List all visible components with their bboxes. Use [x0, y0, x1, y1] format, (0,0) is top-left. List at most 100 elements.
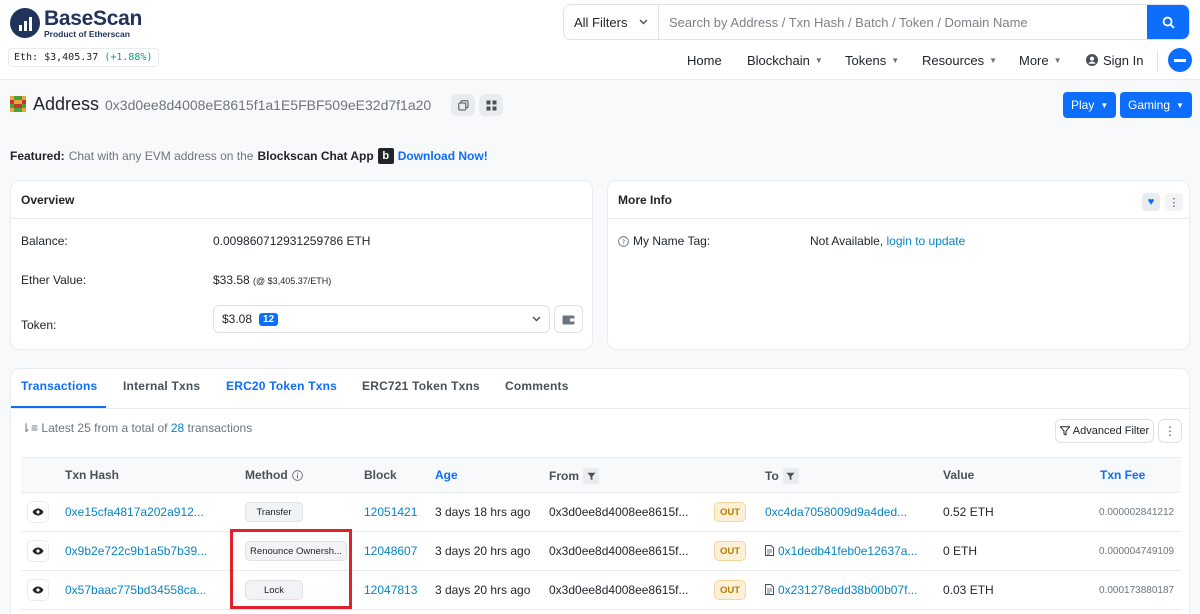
top-header: BaseScan Product of Etherscan Eth: $3,40…: [0, 0, 1200, 80]
col-block: Block: [364, 468, 397, 482]
svg-text:?: ?: [622, 237, 626, 246]
wallet-icon: [562, 315, 575, 324]
value-amount: 0 ETH: [943, 544, 978, 558]
search-bar: All Filters: [563, 4, 1190, 40]
page-title: Address: [33, 94, 100, 114]
block-link[interactable]: 12048607: [364, 544, 417, 558]
token-holdings-dropdown[interactable]: $3.08 12: [213, 305, 550, 333]
tab-erc20-token-txns[interactable]: ERC20 Token Txns: [226, 379, 337, 393]
nav-tokens[interactable]: Tokens ▼: [845, 50, 899, 70]
name-tag-value-wrap: Not Available, login to update: [810, 234, 965, 248]
txn-hash-link[interactable]: 0x57baac775bd34558ca...: [65, 583, 206, 597]
balance-label: Balance:: [21, 234, 68, 248]
chevron-down-icon: ▼: [814, 55, 823, 65]
address-header: Address 0x3d0ee8d4008eE8615f1a1E5FBF509e…: [10, 92, 1192, 118]
txn-fee: 0.000004749109: [1099, 546, 1175, 557]
nav-signin[interactable]: Sign In: [1086, 50, 1143, 70]
nav-more[interactable]: More ▼: [1019, 50, 1062, 70]
search-icon: [1162, 16, 1175, 29]
chevron-down-icon: ▼: [1176, 100, 1184, 110]
txn-fee: 0.000002841212: [1099, 507, 1175, 518]
txn-fee: 0.000173880187: [1099, 585, 1175, 596]
brand-subtitle: Product of Etherscan: [44, 29, 130, 39]
to-address-link[interactable]: 0x231278edd38b00b07f...: [778, 583, 917, 597]
eye-icon: [32, 508, 44, 516]
chevron-down-icon: [532, 316, 541, 322]
tab-erc721-token-txns[interactable]: ERC721 Token Txns: [362, 379, 480, 393]
tab-comments[interactable]: Comments: [505, 379, 569, 393]
advanced-filter-button[interactable]: Advanced Filter: [1055, 419, 1154, 443]
theme-toggle-button[interactable]: [1168, 48, 1192, 72]
from-address: 0x3d0ee8d4008ee8615f...: [549, 583, 689, 597]
tab-transactions[interactable]: Transactions: [21, 379, 97, 393]
tx-more-options-button[interactable]: ⋮: [1158, 419, 1182, 443]
token-count-badge: 12: [259, 312, 279, 326]
copy-icon: [457, 99, 468, 110]
direction-badge: OUT: [714, 502, 746, 522]
token-wallet-button[interactable]: [554, 305, 583, 333]
qr-code-icon: [486, 100, 496, 110]
more-options-button[interactable]: ⋮: [1165, 193, 1183, 211]
minus-icon: [1174, 58, 1186, 62]
to-address-link[interactable]: 0xc4da7058009d9a4ded...: [765, 505, 907, 519]
col-from: From: [549, 468, 599, 484]
search-filter-select[interactable]: All Filters: [564, 5, 659, 39]
ether-rate: (@ $3,405.37/ETH): [253, 276, 332, 286]
eye-icon: [32, 586, 44, 594]
play-dropdown[interactable]: Play ▼: [1063, 92, 1117, 118]
filter-icon[interactable]: [782, 468, 799, 484]
table-row: 0xe15cfa4817a202a912... Transfer 1205142…: [21, 493, 1181, 532]
download-now-link[interactable]: Download Now!: [398, 149, 488, 163]
tx-count-link[interactable]: 28: [171, 421, 184, 435]
block-link[interactable]: 12051421: [364, 505, 417, 519]
col-txn-hash: Txn Hash: [65, 468, 120, 482]
copy-address-button[interactable]: [451, 94, 475, 116]
col-age[interactable]: Age: [435, 468, 458, 482]
view-details-button[interactable]: [27, 501, 49, 523]
nav-resources[interactable]: Resources ▼: [922, 50, 997, 70]
main-nav: Home Blockchain ▼ Tokens ▼ Resources ▼ More…: [0, 50, 1200, 72]
view-details-button[interactable]: [27, 579, 49, 601]
col-value: Value: [943, 468, 975, 482]
tabs-divider: [11, 408, 1191, 409]
block-link[interactable]: 12047813: [364, 583, 417, 597]
to-address-link[interactable]: 0x1dedb41feb0e12637a...: [778, 544, 917, 558]
search-button[interactable]: [1147, 5, 1189, 39]
filter-icon: [1059, 426, 1070, 436]
qr-code-button[interactable]: [479, 94, 503, 116]
col-txn-fee[interactable]: Txn Fee: [1100, 468, 1145, 482]
chevron-down-icon: ▼: [989, 55, 998, 65]
txn-hash-link[interactable]: 0xe15cfa4817a202a912...: [65, 505, 204, 519]
gaming-dropdown[interactable]: Gaming ▼: [1120, 92, 1192, 118]
address-hash: 0x3d0ee8d4008eE8615f1a1E5FBF509eE32d7f1a…: [105, 97, 432, 113]
view-details-button[interactable]: [27, 540, 49, 562]
search-input[interactable]: [659, 5, 1147, 39]
sort-icon: ⇂≡: [21, 421, 39, 435]
value-amount: 0.52 ETH: [943, 505, 994, 519]
basescan-logo[interactable]: BaseScan Product of Etherscan: [10, 8, 142, 39]
nav-blockchain[interactable]: Blockchain ▼: [747, 50, 823, 70]
login-to-update-link[interactable]: login to update: [887, 234, 966, 248]
favorite-button[interactable]: ♥: [1142, 193, 1160, 211]
help-icon: ?: [618, 235, 629, 247]
overview-card: Overview Balance: 0.009860712931259786 E…: [10, 180, 593, 350]
contract-icon: [765, 545, 774, 556]
address-avatar-icon: [10, 96, 26, 112]
age-value: 3 days 20 hrs ago: [435, 544, 531, 558]
filter-icon[interactable]: [583, 468, 599, 484]
transactions-card: Transactions Internal Txns ERC20 Token T…: [10, 368, 1191, 614]
from-address: 0x3d0ee8d4008ee8615f...: [549, 505, 689, 519]
txn-hash-link[interactable]: 0x9b2e722c9b1a5b7b39...: [65, 544, 207, 558]
nav-home[interactable]: Home: [687, 50, 722, 70]
nav-divider: [1157, 50, 1158, 72]
age-value: 3 days 20 hrs ago: [435, 583, 531, 597]
method-badge: Lock: [245, 580, 303, 600]
eye-icon: [32, 547, 44, 555]
info-icon[interactable]: [291, 469, 303, 481]
from-address: 0x3d0ee8d4008ee8615f...: [549, 544, 689, 558]
name-tag-label-wrap: ? My Name Tag:: [618, 234, 710, 248]
user-icon: [1086, 54, 1098, 66]
direction-badge: OUT: [714, 541, 746, 561]
tab-internal-txns[interactable]: Internal Txns: [123, 379, 200, 393]
contract-icon: [765, 584, 774, 595]
